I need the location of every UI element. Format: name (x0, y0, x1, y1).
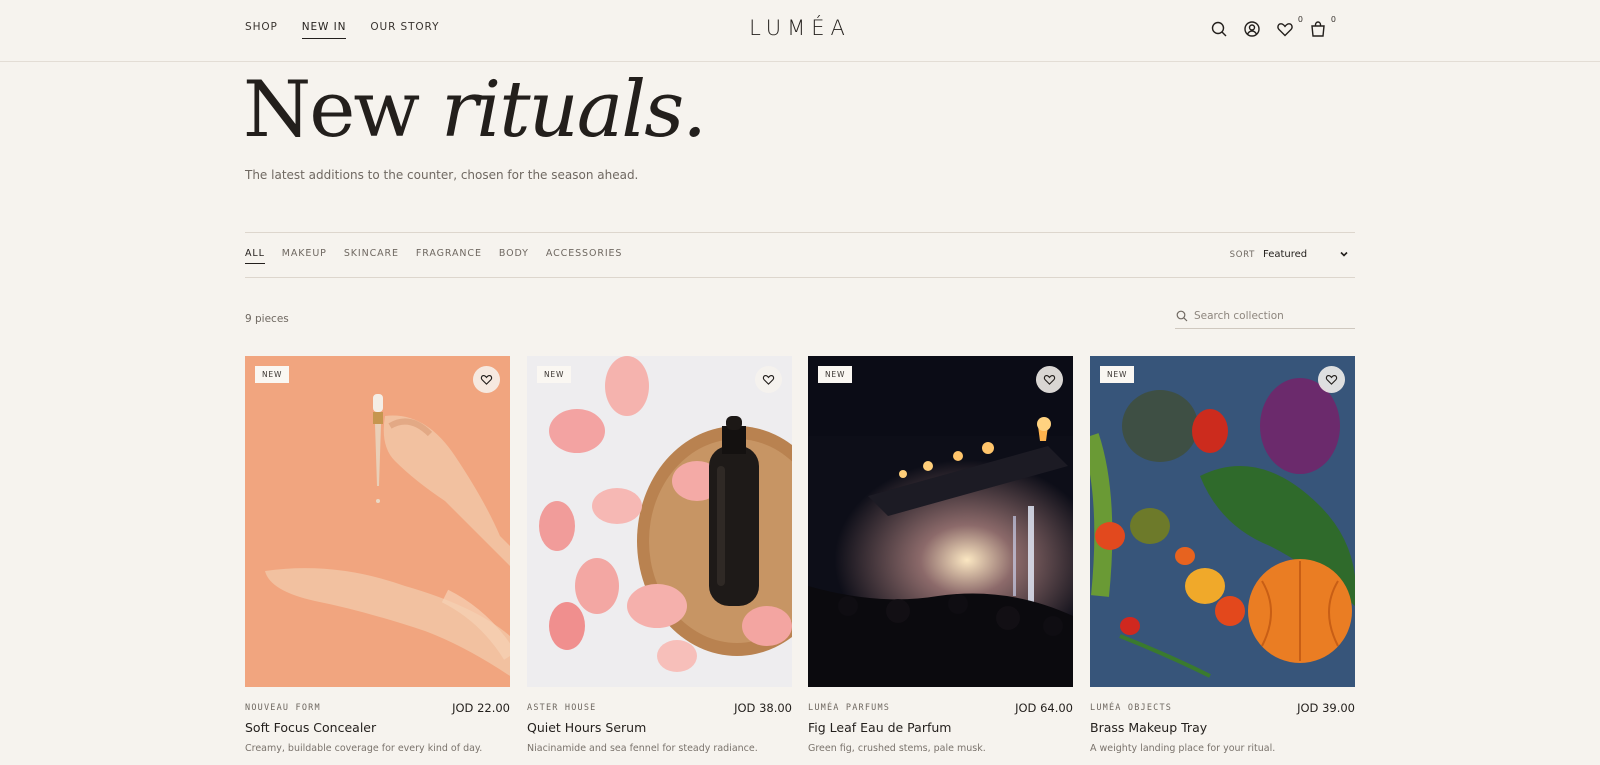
product-description: A weighty landing place for your ritual. (1090, 743, 1276, 754)
wishlist-icon[interactable]: 0 (1276, 15, 1303, 38)
sort-value: Featured (1263, 249, 1308, 260)
sort-select[interactable]: Featured (1263, 249, 1349, 260)
product-price: JOD 64.00 (1015, 701, 1073, 715)
sort-label: SORT (1229, 249, 1255, 260)
site-header: SHOP NEW IN OUR STORY LUMÉA 0 0 (0, 0, 1600, 62)
product-brand: ASTER HOUSE (527, 703, 597, 713)
heart-icon (762, 375, 775, 385)
brand-logo[interactable]: LUMÉA (0, 16, 1600, 40)
filter-bar: ALL MAKEUP SKINCARE FRAGRANCE BODY ACCES… (245, 232, 1355, 278)
filter-skincare[interactable]: SKINCARE (344, 248, 399, 264)
serum-petals-image (527, 356, 792, 687)
product-name[interactable]: Soft Focus Concealer (245, 720, 376, 735)
product-price: JOD 38.00 (734, 701, 792, 715)
sort-control: SORT Featured (1230, 249, 1349, 260)
product-brand: NOUVEAU FORM (245, 703, 321, 713)
product-image[interactable]: NEW (808, 356, 1073, 687)
search-icon[interactable] (1210, 20, 1228, 38)
product-image[interactable]: NEW (245, 356, 510, 687)
search-input[interactable] (1194, 310, 1344, 322)
page-subtitle: The latest additions to the counter, cho… (245, 168, 639, 182)
filter-accessories[interactable]: ACCESSORIES (546, 248, 622, 264)
filter-body[interactable]: BODY (499, 248, 529, 264)
new-badge: NEW (537, 366, 572, 383)
product-image[interactable]: NEW (527, 356, 792, 687)
product-image[interactable]: NEW (1090, 356, 1355, 687)
new-badge: NEW (1100, 366, 1135, 383)
account-icon[interactable] (1243, 20, 1261, 38)
new-badge: NEW (255, 366, 290, 383)
product-description: Creamy, buildable coverage for every kin… (245, 743, 483, 754)
wishlist-toggle[interactable] (1318, 366, 1345, 393)
search-icon (1176, 310, 1188, 322)
collection-search (1175, 304, 1355, 329)
heart-icon (480, 375, 493, 385)
wishlist-toggle[interactable] (755, 366, 782, 393)
category-filters: ALL MAKEUP SKINCARE FRAGRANCE BODY ACCES… (245, 248, 622, 264)
chevron-down-icon (1340, 251, 1348, 257)
wishlist-count: 0 (1297, 15, 1303, 24)
vegetables-image (1090, 356, 1355, 687)
product-brand: LUMÉA OBJECTS (1090, 703, 1173, 713)
product-description: Green fig, crushed stems, pale musk. (808, 743, 986, 754)
cart-count: 0 (1330, 15, 1336, 24)
heart-icon (1325, 375, 1338, 385)
cart-icon[interactable]: 0 (1309, 15, 1336, 38)
page-title: New rituals. (243, 65, 707, 155)
wishlist-toggle[interactable] (473, 366, 500, 393)
product-name[interactable]: Fig Leaf Eau de Parfum (808, 720, 951, 735)
wishlist-toggle[interactable] (1036, 366, 1063, 393)
product-description: Niacinamide and sea fennel for steady ra… (527, 743, 758, 754)
header-icons: 0 0 (1210, 15, 1336, 38)
product-name[interactable]: Quiet Hours Serum (527, 720, 646, 735)
product-price: JOD 39.00 (1297, 701, 1355, 715)
heart-icon (1043, 375, 1056, 385)
product-name[interactable]: Brass Makeup Tray (1090, 720, 1207, 735)
dropper-hands-image (245, 356, 510, 687)
filter-fragrance[interactable]: FRAGRANCE (416, 248, 482, 264)
title-plain: New (243, 65, 441, 155)
concert-image (808, 356, 1073, 687)
title-italic: rituals. (440, 65, 707, 155)
result-count: 9 pieces (245, 313, 289, 325)
new-badge: NEW (818, 366, 853, 383)
product-brand: LUMÉA PARFUMS (808, 703, 891, 713)
filter-makeup[interactable]: MAKEUP (282, 248, 327, 264)
filter-all[interactable]: ALL (245, 248, 265, 264)
product-price: JOD 22.00 (452, 701, 510, 715)
